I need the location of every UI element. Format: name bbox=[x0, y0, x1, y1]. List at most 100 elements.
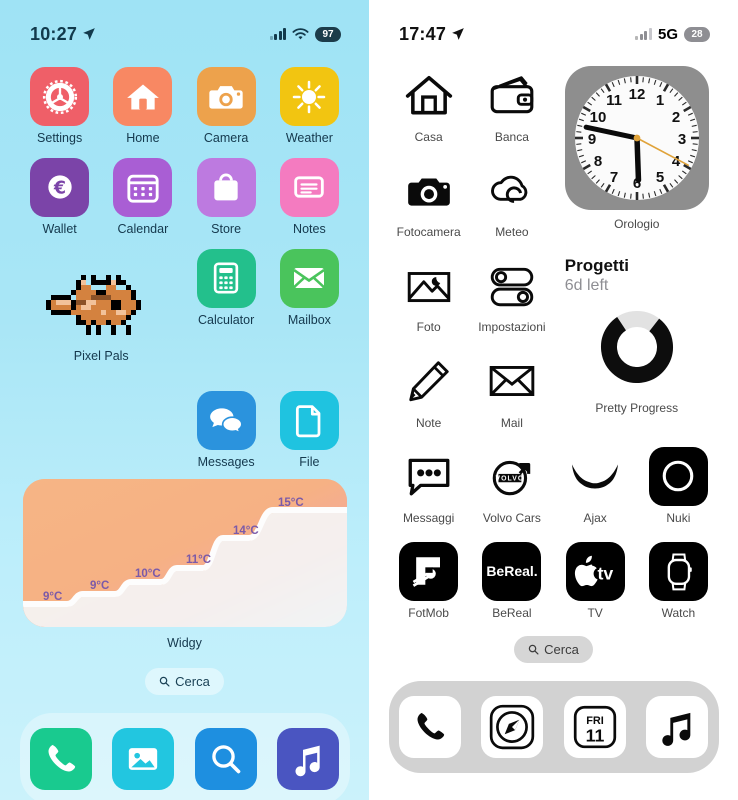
progress-title: Progetti bbox=[564, 256, 629, 276]
app-weather[interactable]: Weather bbox=[268, 67, 351, 146]
apple-tv-icon: tv bbox=[565, 541, 625, 601]
app-home[interactable]: Home bbox=[101, 67, 184, 146]
app-nuki[interactable]: Nuki bbox=[637, 446, 720, 525]
app-meteo[interactable]: Meteo bbox=[470, 161, 553, 239]
nuki-ring-icon bbox=[648, 446, 708, 506]
app-volvo-label: Volvo Cars bbox=[482, 510, 541, 525]
widget-pretty-progress[interactable]: Progetti 6d left Pretty Progress bbox=[554, 256, 721, 429]
search-pill-left[interactable]: Cerca bbox=[145, 668, 224, 696]
app-grid-right-top: Casa Banca 12 1 2 3 4 5 6 7 8 9 10 11 Or… bbox=[369, 66, 738, 239]
app-fotocamera-label: Fotocamera bbox=[396, 225, 461, 240]
location-arrow-icon bbox=[83, 28, 95, 40]
app-messaggi-label: Messaggi bbox=[402, 510, 455, 525]
app-messaggi[interactable]: Messaggi bbox=[387, 447, 470, 525]
app-grid-right-mid: Foto Impostazioni Progetti 6d left Prett… bbox=[369, 256, 738, 429]
app-fotmob[interactable]: FotMob bbox=[387, 541, 470, 620]
pencil-icon bbox=[399, 352, 458, 411]
svg-text:3: 3 bbox=[678, 131, 686, 148]
search-icon bbox=[159, 677, 170, 687]
status-bar-right: 17:47 5G 28 bbox=[369, 0, 738, 54]
magnifier-icon[interactable] bbox=[194, 728, 257, 791]
svg-text:VOLVO: VOLVO bbox=[495, 476, 524, 483]
svg-text:€: € bbox=[53, 179, 66, 199]
envelope-icon bbox=[279, 248, 339, 308]
app-mailbox[interactable]: Mailbox bbox=[268, 248, 351, 377]
widget-widgy[interactable]: 9°C 9°C 10°C 11°C 14°C 15°C Widgy bbox=[0, 479, 369, 650]
app-grid-right-bottom: Messaggi VOLVO Volvo Cars Ajax Nuki FotM… bbox=[369, 446, 738, 620]
search-pill-left-label: Cerca bbox=[175, 674, 210, 690]
widget-pixel-pals[interactable]: Pixel Pals bbox=[18, 249, 185, 377]
music-note-icon[interactable] bbox=[277, 728, 340, 791]
music-note-icon[interactable] bbox=[646, 696, 709, 759]
app-bereal[interactable]: BeReal. BeReal bbox=[470, 541, 553, 620]
app-fotocamera[interactable]: Fotocamera bbox=[387, 161, 470, 239]
calendar-day-icon[interactable]: FRI 11 bbox=[563, 696, 626, 759]
app-volvo-cars[interactable]: VOLVO Volvo Cars bbox=[470, 447, 553, 525]
app-impostazioni-label: Impostazioni bbox=[478, 320, 546, 335]
toggles-icon bbox=[482, 256, 541, 315]
app-ajax-label: Ajax bbox=[583, 510, 607, 525]
search-pill-right[interactable]: Cerca bbox=[514, 636, 593, 664]
photo-icon[interactable] bbox=[112, 728, 175, 791]
app-note-label: Note bbox=[415, 415, 442, 430]
app-watch[interactable]: Watch bbox=[637, 541, 720, 620]
dock-right: FRI 11 bbox=[388, 681, 719, 774]
app-tv[interactable]: tv TV bbox=[554, 541, 637, 620]
status-indicators-left: 97 bbox=[269, 26, 341, 42]
camera-solid-icon bbox=[399, 161, 458, 220]
app-casa[interactable]: Casa bbox=[387, 66, 470, 144]
phone-icon[interactable] bbox=[29, 728, 92, 791]
calendar-daynumber: 11 bbox=[585, 726, 604, 746]
app-note[interactable]: Note bbox=[387, 352, 470, 430]
app-messages[interactable]: Messages bbox=[185, 390, 268, 470]
sun-icon bbox=[279, 67, 339, 126]
app-notes[interactable]: Notes bbox=[268, 157, 351, 237]
svg-text:8: 8 bbox=[594, 153, 602, 170]
app-calendar[interactable]: Calendar bbox=[101, 157, 184, 237]
app-mail[interactable]: Mail bbox=[470, 352, 553, 430]
house-outline-icon bbox=[399, 66, 458, 125]
app-calculator[interactable]: Calculator bbox=[185, 248, 268, 377]
app-store[interactable]: Store bbox=[185, 157, 268, 237]
progress-ring bbox=[597, 307, 677, 392]
apple-watch-icon bbox=[648, 541, 708, 601]
svg-text:7: 7 bbox=[610, 169, 618, 186]
analog-clock-face: 12 12 345 678 91011 bbox=[574, 76, 699, 200]
app-wallet[interactable]: € Wallet bbox=[18, 157, 101, 237]
chart-label-5: 15°C bbox=[278, 497, 304, 509]
svg-text:9: 9 bbox=[588, 131, 596, 148]
app-file[interactable]: File bbox=[268, 390, 351, 470]
app-camera[interactable]: Camera bbox=[185, 67, 268, 146]
app-notes-label: Notes bbox=[293, 221, 326, 236]
wifi-icon bbox=[292, 27, 309, 39]
dock-left bbox=[19, 713, 350, 800]
compass-icon[interactable] bbox=[481, 696, 544, 759]
status-indicators-right: 5G 28 bbox=[635, 26, 710, 43]
app-mailbox-label: Mailbox bbox=[287, 312, 331, 327]
app-settings[interactable]: Settings bbox=[18, 67, 101, 146]
widget-orologio-label: Orologio bbox=[614, 217, 660, 231]
app-messages-label: Messages bbox=[197, 454, 255, 469]
app-file-label: File bbox=[299, 454, 320, 469]
chart-label-1: 9°C bbox=[90, 580, 109, 592]
app-ajax[interactable]: Ajax bbox=[554, 447, 637, 525]
phone-icon[interactable] bbox=[398, 696, 461, 759]
widget-widgy-label: Widgy bbox=[167, 636, 202, 651]
cellular-bars-icon bbox=[635, 28, 652, 40]
svg-text:12: 12 bbox=[628, 86, 645, 103]
app-impostazioni[interactable]: Impostazioni bbox=[470, 256, 553, 334]
app-home-label: Home bbox=[126, 131, 160, 145]
widget-pretty-progress-label: Pretty Progress bbox=[595, 401, 679, 416]
chart-label-2: 10°C bbox=[135, 568, 161, 580]
pixel-cat-icon bbox=[46, 262, 156, 348]
widget-orologio[interactable]: 12 1 2 345 678 9 10 11 Orologio bbox=[554, 66, 721, 239]
app-foto[interactable]: Foto bbox=[387, 256, 470, 334]
app-banca[interactable]: Banca bbox=[470, 66, 553, 144]
fotmob-icon bbox=[399, 541, 459, 601]
wallet-outline-icon bbox=[482, 66, 541, 125]
cloud-outline-icon bbox=[482, 161, 541, 220]
svg-text:1: 1 bbox=[656, 92, 664, 109]
app-tv-label: TV bbox=[587, 605, 603, 620]
status-time-right-text: 17:47 bbox=[399, 23, 447, 44]
left-phone-screen: 10:27 97 Settings Home Camera Weather € … bbox=[0, 0, 369, 800]
